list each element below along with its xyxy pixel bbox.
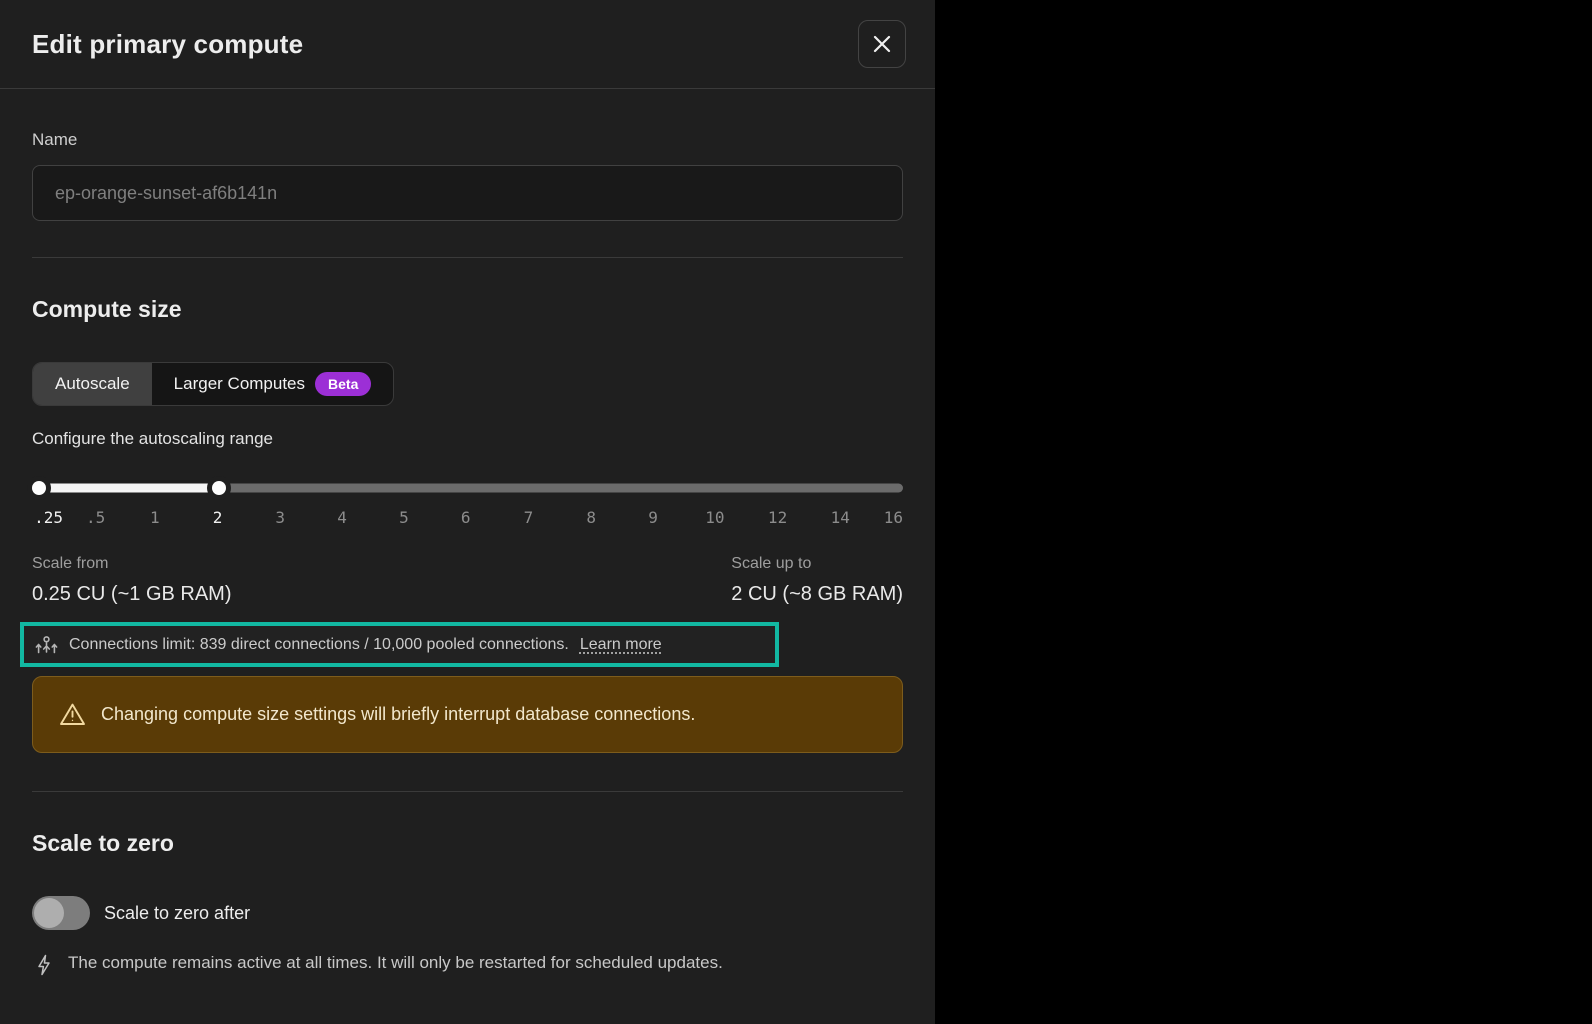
scale-from-value: 0.25 CU (~1 GB RAM) (32, 583, 232, 605)
warning-triangle-icon (59, 702, 86, 727)
edit-compute-modal: Edit primary compute Name Compute size A… (0, 0, 935, 1024)
tab-autoscale-label: Autoscale (55, 374, 130, 393)
tick-label: 16 (883, 508, 904, 527)
compute-active-note-text: The compute remains active at all times.… (68, 953, 723, 972)
name-input[interactable] (32, 165, 903, 221)
toggle-knob (34, 898, 64, 928)
scale-from-label: Scale from (32, 555, 109, 572)
scale-up-to: Scale up to 2 CU (~8 GB RAM) (731, 555, 903, 606)
slider-tick-labels: .25 .5 1 2 3 4 5 6 7 8 9 10 12 14 16 (32, 508, 903, 530)
autoscaling-range-slider (26, 476, 903, 500)
tab-autoscale[interactable]: Autoscale (33, 363, 152, 405)
compute-warning-banner: Changing compute size settings will brie… (32, 676, 903, 753)
tick-label: 4 (337, 508, 347, 527)
slider-fill (38, 483, 220, 493)
close-button[interactable] (858, 20, 906, 68)
lightning-bolt-icon (36, 954, 52, 981)
scale-to-zero-row: Scale to zero after (32, 896, 903, 930)
tick-label: 7 (523, 508, 534, 527)
close-icon (871, 33, 893, 55)
tick-label: 3 (275, 508, 286, 527)
tick-label: 12 (767, 508, 788, 527)
scale-to-zero-toggle[interactable] (32, 896, 90, 930)
tab-larger-computes-label: Larger Computes (173, 374, 306, 393)
learn-more-link[interactable]: Learn more (580, 636, 662, 654)
connections-limit-text: Connections limit: 839 direct connection… (69, 635, 569, 653)
scale-up-to-label: Scale up to (731, 555, 812, 572)
scale-to-zero-toggle-label: Scale to zero after (104, 902, 251, 923)
divider (32, 257, 903, 258)
tick-label: 5 (399, 508, 409, 527)
tick-label: 8 (586, 508, 596, 527)
scale-to-zero-heading: Scale to zero (32, 830, 174, 856)
scale-up-to-value: 2 CU (~8 GB RAM) (731, 583, 903, 605)
slider-handle-min[interactable] (26, 476, 51, 500)
compute-active-note: The compute remains active at all times.… (32, 953, 903, 981)
tab-larger-computes[interactable]: Larger Computes Beta (152, 363, 394, 405)
warning-text: Changing compute size settings will brie… (101, 704, 696, 724)
tick-label: .5 (85, 508, 106, 527)
autoscaling-range-label: Configure the autoscaling range (32, 429, 273, 448)
tick-label: 10 (705, 508, 725, 527)
divider (32, 791, 903, 792)
slider-handle-max[interactable] (207, 476, 232, 500)
tick-label: 14 (830, 508, 850, 527)
tick-label: 2 (212, 508, 223, 527)
connections-limit-note: Connections limit: 839 direct connection… (20, 622, 779, 667)
compute-size-heading: Compute size (32, 296, 182, 322)
tick-label: 6 (460, 508, 471, 527)
modal-header: Edit primary compute (0, 0, 935, 89)
name-label: Name (32, 130, 78, 149)
connections-icon (35, 635, 58, 655)
tick-label: 1 (149, 508, 160, 527)
compute-size-tabs: Autoscale Larger Computes Beta (32, 362, 395, 406)
modal-title: Edit primary compute (32, 28, 304, 59)
tick-label: 9 (648, 508, 658, 527)
tick-label: .25 (34, 508, 63, 527)
scale-range-summary: Scale from 0.25 CU (~1 GB RAM) Scale up … (32, 555, 903, 606)
beta-badge: Beta (315, 371, 372, 397)
scale-from: Scale from 0.25 CU (~1 GB RAM) (32, 555, 232, 606)
